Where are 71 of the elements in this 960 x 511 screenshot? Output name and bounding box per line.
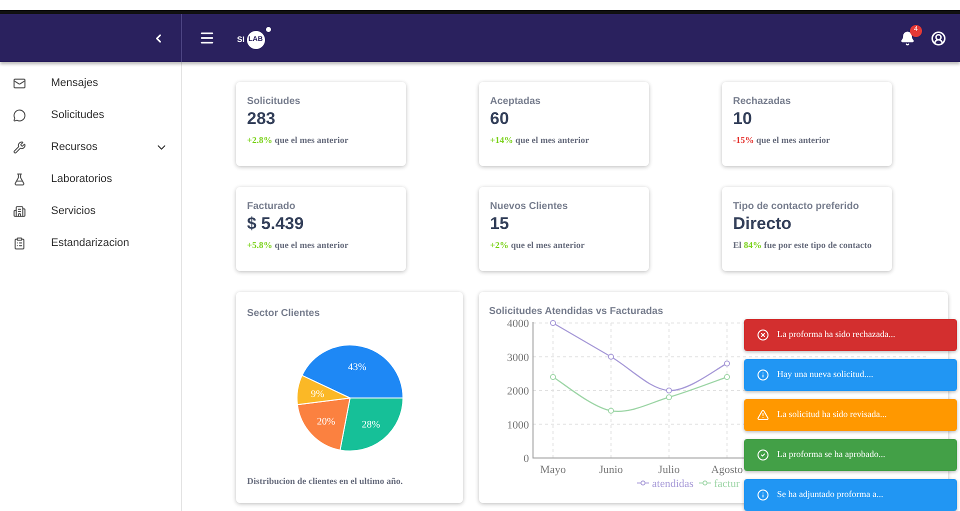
stat-title: Rechazadas	[733, 96, 792, 108]
toast-message: La proforma se ha aprobado...	[777, 448, 886, 462]
data-point	[550, 374, 556, 380]
stat-title: Facturado	[247, 201, 296, 213]
menu-button[interactable]	[199, 30, 215, 46]
account-button[interactable]	[931, 30, 946, 46]
toast-message: Se ha adjuntado proforma a...	[777, 488, 884, 502]
error-icon	[757, 329, 769, 341]
card-title: Solicitudes Atendidas vs Facturadas	[489, 306, 664, 318]
stat-note: +2.8% que el mes anterior	[247, 134, 350, 147]
stat-title: Nuevos Clientes	[490, 201, 569, 213]
data-point	[724, 374, 730, 380]
sidebar-item[interactable]: Mensajes	[0, 72, 181, 94]
legend-item: atendidas	[636, 478, 694, 490]
stat-note: +14% que el mes anterior	[490, 134, 590, 147]
stat-value: 10	[733, 108, 753, 130]
stat-title: Solicitudes	[247, 96, 302, 108]
info-icon	[757, 489, 769, 501]
user-icon	[931, 30, 946, 46]
slice-label: 43%	[348, 362, 366, 373]
warning-icon	[757, 409, 769, 421]
stat-note: El 84% fue por este tipo de contacto	[733, 239, 873, 252]
y-tick-label: 3000	[507, 352, 529, 364]
y-tick-label: 1000	[507, 419, 529, 432]
stat-note: +2% que el mes anterior	[490, 239, 586, 252]
x-tick-label: Mayo	[540, 464, 566, 476]
notifications-button[interactable]	[900, 30, 915, 46]
building-icon	[13, 204, 26, 218]
x-tick-label: Julio	[658, 464, 680, 476]
legend-label: atendidas	[652, 478, 694, 490]
legend-item: factur	[698, 478, 740, 490]
toast-message: La solicitud ha sido revisada...	[777, 408, 887, 422]
info-icon	[757, 369, 769, 381]
slice-label: 9%	[310, 388, 324, 400]
stat-value: 15	[490, 213, 510, 235]
wrench-icon	[13, 140, 26, 154]
x-tick-label: Agosto	[711, 464, 743, 476]
sidebar-item[interactable]: Servicios	[0, 200, 181, 222]
stat-title: Aceptadas	[490, 96, 542, 108]
flask-icon	[13, 172, 26, 186]
y-tick-label: 0	[524, 453, 529, 465]
y-tick-label: 2000	[507, 386, 529, 398]
chat-bubble-icon	[13, 108, 26, 122]
stat-value: 60	[490, 108, 510, 130]
stat-value: Directo	[733, 213, 793, 235]
sidebar-item[interactable]: Laboratorios	[0, 168, 181, 190]
bell-icon	[900, 30, 915, 46]
sidebar-item[interactable]: Recursos	[0, 136, 181, 158]
legend-label: factur	[714, 478, 740, 490]
slice-label: 20%	[316, 416, 335, 428]
mail-icon	[13, 76, 26, 90]
data-point	[608, 354, 614, 360]
check-icon	[757, 449, 769, 461]
toast-message: La proforma ha sido rechazada...	[777, 328, 896, 342]
toast-message: Hay una nueva solicitud....	[777, 368, 874, 382]
stat-note: +5.8% que el mes anterior	[247, 239, 350, 252]
stat-title: Tipo de contacto preferido	[733, 201, 860, 213]
stat-value: $ 5.439	[247, 213, 305, 235]
data-point	[608, 408, 614, 414]
sidebar-item[interactable]: Solicitudes	[0, 104, 181, 126]
y-tick-label: 4000	[507, 318, 529, 330]
clipboard-icon	[13, 236, 26, 250]
card-caption: Distribucion de clientes en el ultimo año.	[247, 475, 404, 488]
stat-note: -15% que el mes anterior	[733, 134, 831, 147]
slice-label: 28%	[361, 419, 380, 430]
x-tick-label: Junio	[599, 464, 623, 476]
data-point	[724, 360, 730, 366]
data-point	[550, 320, 556, 326]
sidebar-item[interactable]: Estandarizacion	[0, 232, 181, 254]
card-title: Sector Clientes	[247, 307, 321, 321]
stat-value: 283	[247, 108, 276, 130]
